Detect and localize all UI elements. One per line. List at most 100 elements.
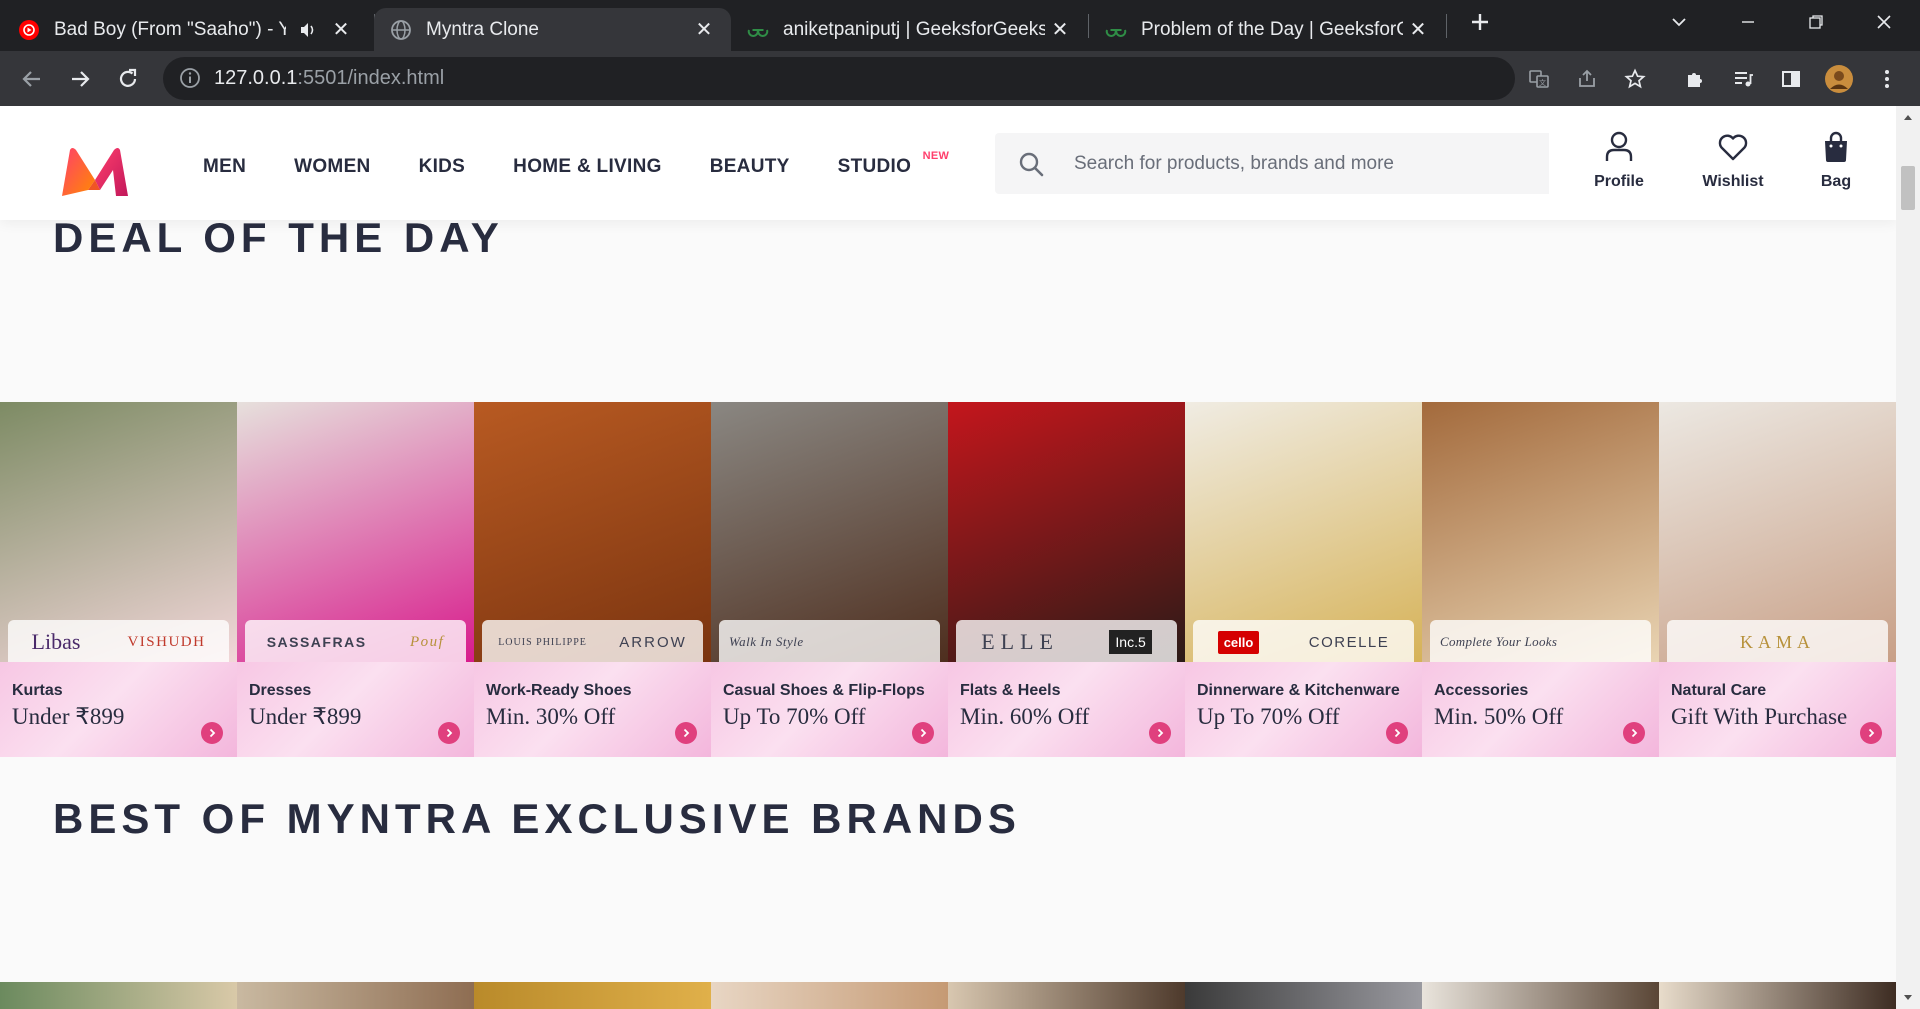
- brand-logo: LOUIS PHILIPPE: [498, 636, 587, 648]
- brand-logo: CORELLE: [1308, 633, 1390, 651]
- nav-item-women[interactable]: WOMEN: [294, 156, 370, 178]
- brand-card[interactable]: [948, 982, 1185, 1009]
- brand-card[interactable]: [1422, 982, 1659, 1009]
- profile-avatar[interactable]: [1821, 61, 1857, 97]
- deal-offer: Min. 60% Off: [960, 704, 1090, 729]
- browser-menu-icon[interactable]: [1869, 61, 1905, 97]
- deal-offer: Up To 70% Off: [1197, 704, 1340, 729]
- browser-tab-myntra-clone[interactable]: Myntra Clone ✕: [374, 8, 731, 51]
- deal-card-flats-heels[interactable]: ELLE Inc.5 Flats & Heels Min. 60% Off: [948, 402, 1185, 757]
- tab-title: aniketpaniputj | GeeksforGeeks P: [783, 18, 1045, 40]
- extensions-puzzle-icon[interactable]: [1677, 61, 1713, 97]
- deal-brand-bar: SASSAFRAS Pouf: [245, 620, 466, 664]
- scroll-up-arrow-icon[interactable]: [1896, 108, 1920, 126]
- deal-card-natural-care[interactable]: KAMA Natural Care Gift With Purchase: [1659, 402, 1896, 757]
- brand-logo: VISHUDH: [127, 633, 206, 650]
- deal-offer: Under ₹899: [12, 704, 125, 729]
- deal-brand-bar: Complete Your Looks: [1430, 620, 1651, 664]
- deal-category: Casual Shoes & Flip-Flops: [723, 682, 925, 699]
- brand-card[interactable]: [711, 982, 948, 1009]
- deal-card-dinnerware[interactable]: cello CORELLE Dinnerware & Kitchenware U…: [1185, 402, 1422, 757]
- deal-card-casual-shoes[interactable]: Walk In Style Casual Shoes & Flip-Flops …: [711, 402, 948, 757]
- close-tab-icon[interactable]: ✕: [691, 16, 717, 42]
- deal-offer: Min. 50% Off: [1434, 704, 1564, 729]
- minimize-button[interactable]: [1719, 0, 1777, 44]
- media-control-icon[interactable]: [1725, 61, 1761, 97]
- share-icon[interactable]: [1569, 61, 1605, 97]
- bag-button[interactable]: Bag: [1791, 130, 1881, 191]
- chevron-right-icon[interactable]: [675, 722, 697, 744]
- deal-brand-bar: LOUIS PHILIPPE ARROW: [482, 620, 703, 664]
- deal-info: Dinnerware & Kitchenware Up To 70% Off: [1185, 662, 1422, 757]
- scrollbar-thumb[interactable]: [1901, 166, 1915, 210]
- page-scrollbar[interactable]: [1896, 106, 1920, 1009]
- deal-category: Work-Ready Shoes: [486, 682, 632, 699]
- close-window-button[interactable]: [1855, 0, 1913, 44]
- url-host: 127.0.0.1: [214, 67, 298, 89]
- forward-button[interactable]: [62, 61, 98, 97]
- bookmark-star-icon[interactable]: [1617, 61, 1653, 97]
- deal-offer: Under ₹899: [249, 704, 362, 729]
- search-input[interactable]: [1066, 133, 1549, 194]
- deal-info: Dresses Under ₹899: [237, 662, 474, 757]
- back-button[interactable]: [14, 61, 50, 97]
- scroll-down-arrow-icon[interactable]: [1896, 989, 1920, 1007]
- site-header: MEN WOMEN KIDS HOME & LIVING BEAUTY STUD…: [0, 106, 1896, 220]
- close-tab-icon[interactable]: ✕: [1405, 16, 1431, 42]
- brand-logo: Complete Your Looks: [1440, 634, 1558, 649]
- site-info-icon[interactable]: [179, 67, 201, 94]
- tab-title: Myntra Clone: [426, 18, 539, 40]
- address-bar[interactable]: 127.0.0.1:5501/index.html: [163, 57, 1515, 100]
- tab-separator: [1446, 14, 1447, 38]
- nav-item-kids[interactable]: KIDS: [419, 156, 466, 178]
- brand-card[interactable]: [237, 982, 474, 1009]
- new-tab-button[interactable]: [1452, 0, 1508, 44]
- chevron-right-icon[interactable]: [1860, 722, 1882, 744]
- wishlist-button[interactable]: Wishlist: [1688, 130, 1778, 191]
- search-icon[interactable]: [995, 133, 1066, 194]
- audio-playing-icon[interactable]: [298, 20, 318, 46]
- chevron-right-icon[interactable]: [1149, 722, 1171, 744]
- chevron-right-icon[interactable]: [438, 722, 460, 744]
- geeksforgeeks-icon: [747, 19, 769, 41]
- deal-card-kurtas[interactable]: Libas VISHUDH Kurtas Under ₹899: [0, 402, 237, 757]
- chevron-right-icon[interactable]: [912, 722, 934, 744]
- deal-brand-bar: Walk In Style: [719, 620, 940, 664]
- close-tab-icon[interactable]: ✕: [328, 16, 354, 42]
- nav-item-studio[interactable]: STUDIO NEW: [838, 150, 949, 178]
- deal-info: Work-Ready Shoes Min. 30% Off: [474, 662, 711, 757]
- user-icon: [1602, 130, 1636, 164]
- brand-logo: Inc.5: [1109, 630, 1152, 654]
- side-panel-icon[interactable]: [1773, 61, 1809, 97]
- restore-button[interactable]: [1787, 0, 1845, 44]
- deal-card-accessories[interactable]: Complete Your Looks Accessories Min. 50%…: [1422, 402, 1659, 757]
- profile-button[interactable]: Profile: [1574, 130, 1664, 191]
- myntra-logo[interactable]: [58, 146, 132, 198]
- chevron-right-icon[interactable]: [1623, 722, 1645, 744]
- close-tab-icon[interactable]: ✕: [1047, 16, 1073, 42]
- browser-tab-geeksforgeeks-profile[interactable]: aniketpaniputj | GeeksforGeeks P ✕: [731, 8, 1087, 51]
- tab-title: Problem of the Day | GeeksforGe: [1141, 18, 1403, 40]
- brand-card[interactable]: [474, 982, 711, 1009]
- reload-button[interactable]: [110, 61, 146, 97]
- deal-info: Accessories Min. 50% Off: [1422, 662, 1659, 757]
- translate-icon[interactable]: 文: [1521, 61, 1557, 97]
- address-url[interactable]: 127.0.0.1:5501/index.html: [214, 67, 444, 90]
- browser-tab-problem-of-the-day[interactable]: Problem of the Day | GeeksforGe ✕: [1089, 8, 1445, 51]
- brand-card[interactable]: [1659, 982, 1896, 1009]
- browser-tab-youtube[interactable]: Bad Boy (From "Saaho") - YouTube ✕: [18, 8, 368, 51]
- brand-card[interactable]: [1185, 982, 1422, 1009]
- chevron-right-icon[interactable]: [1386, 722, 1408, 744]
- deal-category: Dresses: [249, 682, 312, 699]
- nav-item-beauty[interactable]: BEAUTY: [710, 156, 790, 178]
- bag-label: Bag: [1820, 173, 1852, 190]
- tab-search-button[interactable]: [1650, 0, 1708, 44]
- deal-card-work-ready-shoes[interactable]: LOUIS PHILIPPE ARROW Work-Ready Shoes Mi…: [474, 402, 711, 757]
- deal-card-dresses[interactable]: SASSAFRAS Pouf Dresses Under ₹899: [237, 402, 474, 757]
- nav-item-home-living[interactable]: HOME & LIVING: [513, 156, 662, 178]
- brand-logo: Libas: [31, 629, 81, 654]
- nav-item-men[interactable]: MEN: [203, 156, 246, 178]
- chevron-right-icon[interactable]: [201, 722, 223, 744]
- deal-offer: Gift With Purchase: [1671, 704, 1848, 729]
- brand-card[interactable]: [0, 982, 237, 1009]
